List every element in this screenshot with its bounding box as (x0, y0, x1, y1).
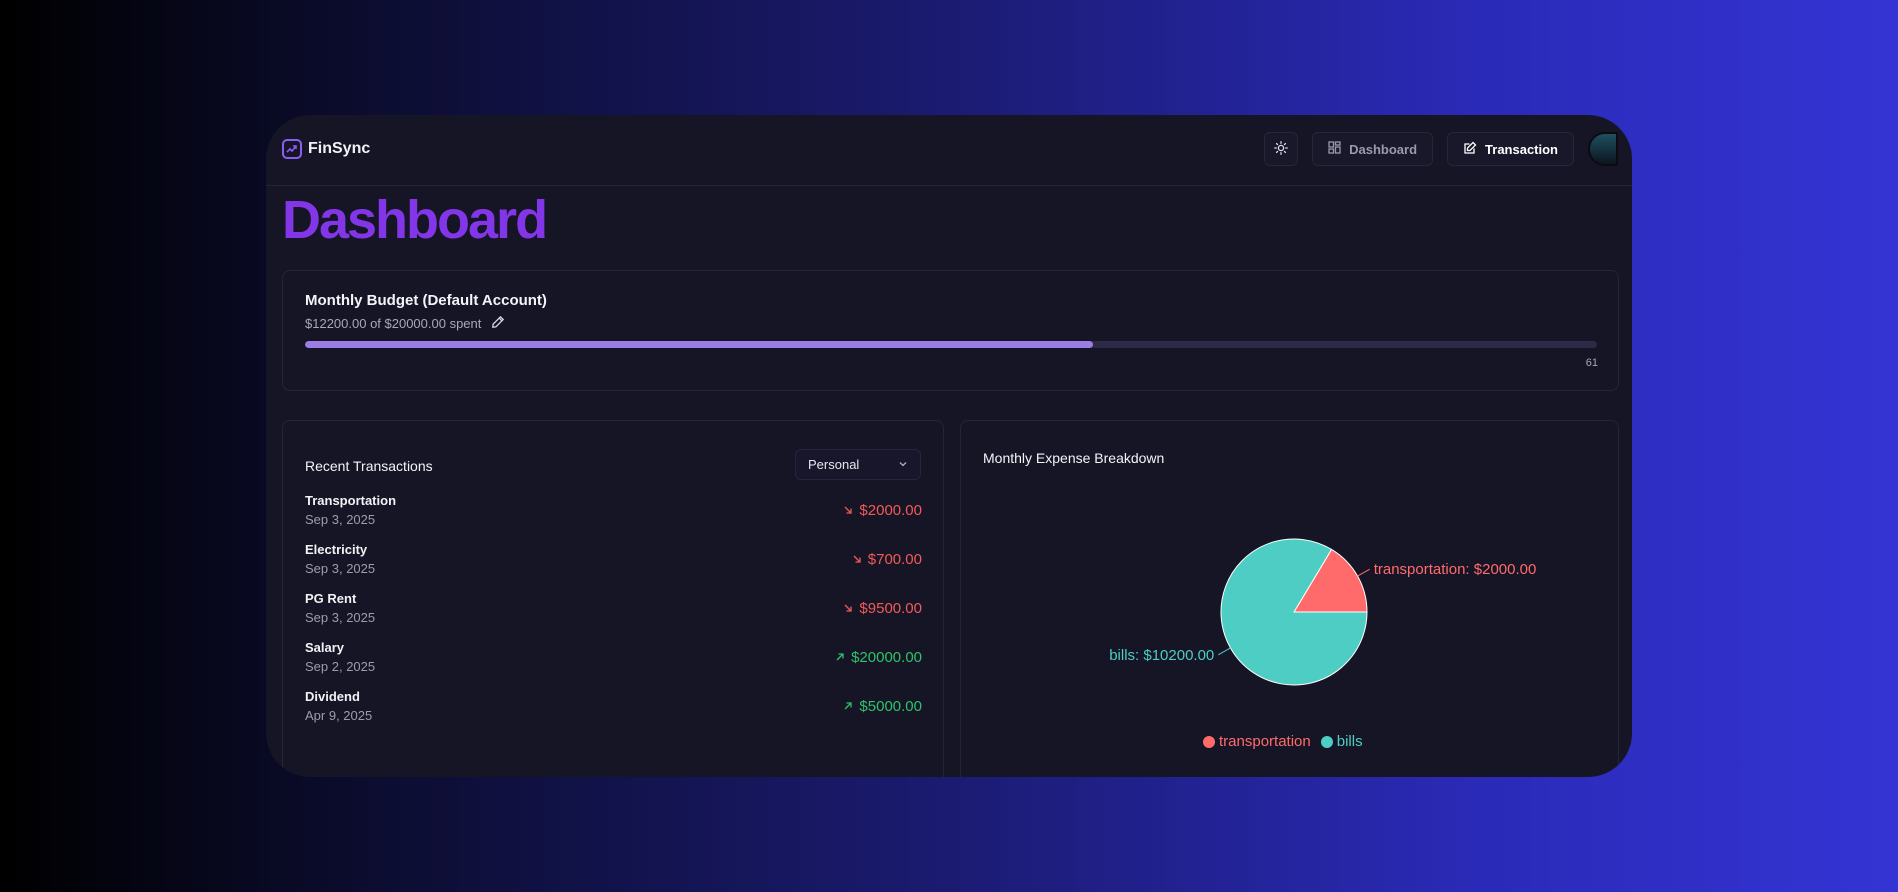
transaction-amount-value: $20000.00 (851, 649, 922, 666)
legend-item[interactable]: transportation (1203, 733, 1311, 750)
arrow-down-right-icon (843, 502, 853, 519)
layout-grid-icon (1328, 141, 1341, 157)
transaction-amount-value: $700.00 (867, 551, 922, 568)
app-window: FinSync Dashboard Transaction Dashboard … (266, 115, 1632, 777)
transaction-name: Dividend (305, 689, 360, 704)
pie-label-line (1218, 647, 1231, 656)
page-title: Dashboard (282, 190, 548, 250)
legend-dot (1203, 735, 1215, 748)
transaction-amount-value: $9500.00 (859, 600, 922, 617)
transaction-amount: $5000.00 (843, 698, 922, 715)
transaction-name: Transportation (305, 493, 397, 508)
transaction-amount: $700.00 (852, 551, 922, 568)
pie-label: transportation: $2000.00 (1374, 561, 1537, 578)
legend-label: bills (1336, 733, 1363, 750)
budget-progress-bar (305, 341, 1597, 348)
pie-label-line (1357, 568, 1370, 577)
theme-toggle-button[interactable] (1264, 132, 1299, 166)
transaction-name: PG Rent (305, 591, 357, 606)
legend-dot (1320, 735, 1333, 748)
legend-item[interactable]: bills (1320, 733, 1363, 750)
arrow-down-right-icon (843, 600, 853, 617)
expense-breakdown-card: Monthly Expense Breakdown transportation… (960, 420, 1619, 777)
sun-icon (1274, 140, 1288, 158)
nav-transaction-label: Transaction (1485, 141, 1558, 157)
navbar: FinSync Dashboard Transaction (266, 115, 1632, 186)
transaction-date: Apr 9, 2025 (305, 708, 373, 723)
chart-legend: transportation bills (1203, 733, 1363, 750)
nav-actions: Dashboard Transaction (1264, 132, 1618, 166)
transaction-date: Sep 3, 2025 (305, 512, 376, 527)
transaction-row[interactable]: Dividend Apr 9, 2025 $5000.00 (305, 689, 922, 738)
budget-card: Monthly Budget (Default Account) $12200.… (282, 270, 1619, 391)
transaction-amount-value: $5000.00 (859, 698, 922, 715)
transaction-amount: $2000.00 (843, 502, 922, 519)
arrow-up-right-icon (843, 698, 853, 715)
transaction-name: Salary (305, 640, 345, 655)
budget-progress-value: 61 (1585, 357, 1598, 369)
transactions-title: Recent Transactions (305, 458, 433, 474)
brand-logo[interactable]: FinSync (282, 139, 370, 159)
transaction-date: Sep 3, 2025 (305, 561, 376, 576)
legend-label: transportation (1219, 733, 1311, 750)
user-avatar[interactable] (1588, 132, 1618, 166)
transaction-name: Electricity (305, 542, 368, 557)
account-select[interactable]: Personal (795, 449, 921, 480)
transaction-row[interactable]: Transportation Sep 3, 2025 $2000.00 (305, 493, 922, 542)
arrow-down-right-icon (852, 551, 862, 568)
pie-label: bills: $10200.00 (1109, 647, 1214, 664)
nav-transaction-button[interactable]: Transaction (1447, 132, 1574, 166)
budget-title: Monthly Budget (Default Account) (305, 292, 547, 309)
account-select-value: Personal (808, 457, 860, 472)
nav-dashboard-button[interactable]: Dashboard (1312, 132, 1434, 166)
transaction-row[interactable]: Electricity Sep 3, 2025 $700.00 (305, 542, 922, 591)
chevron-down-icon (898, 457, 908, 472)
chart-trend-icon (282, 139, 302, 159)
transaction-amount-value: $2000.00 (859, 502, 922, 519)
arrow-up-right-icon (835, 649, 845, 666)
recent-transactions-card: Recent Transactions Personal Transportat… (282, 420, 944, 777)
pencil-icon[interactable] (491, 315, 505, 332)
budget-progress-fill (305, 341, 1094, 348)
transaction-amount: $9500.00 (843, 600, 922, 617)
transactions-list: Transportation Sep 3, 2025 $2000.00 Electri… (305, 493, 922, 738)
expense-pie-chart: transportation: $2000.00 bills: $10200.00 (1109, 538, 1537, 686)
budget-spent-text: $12200.00 of $20000.00 spent (305, 316, 482, 331)
app-name: FinSync (308, 140, 371, 157)
transaction-row[interactable]: PG Rent Sep 3, 2025 $9500.00 (305, 591, 922, 640)
transaction-date: Sep 3, 2025 (305, 610, 376, 625)
nav-dashboard-label: Dashboard (1349, 141, 1418, 157)
budget-summary: $12200.00 of $20000.00 spent (305, 315, 505, 332)
transaction-date: Sep 2, 2025 (305, 659, 376, 674)
transaction-row[interactable]: Salary Sep 2, 2025 $20000.00 (305, 640, 922, 689)
edit-icon (1463, 141, 1477, 158)
transaction-amount: $20000.00 (835, 649, 922, 666)
